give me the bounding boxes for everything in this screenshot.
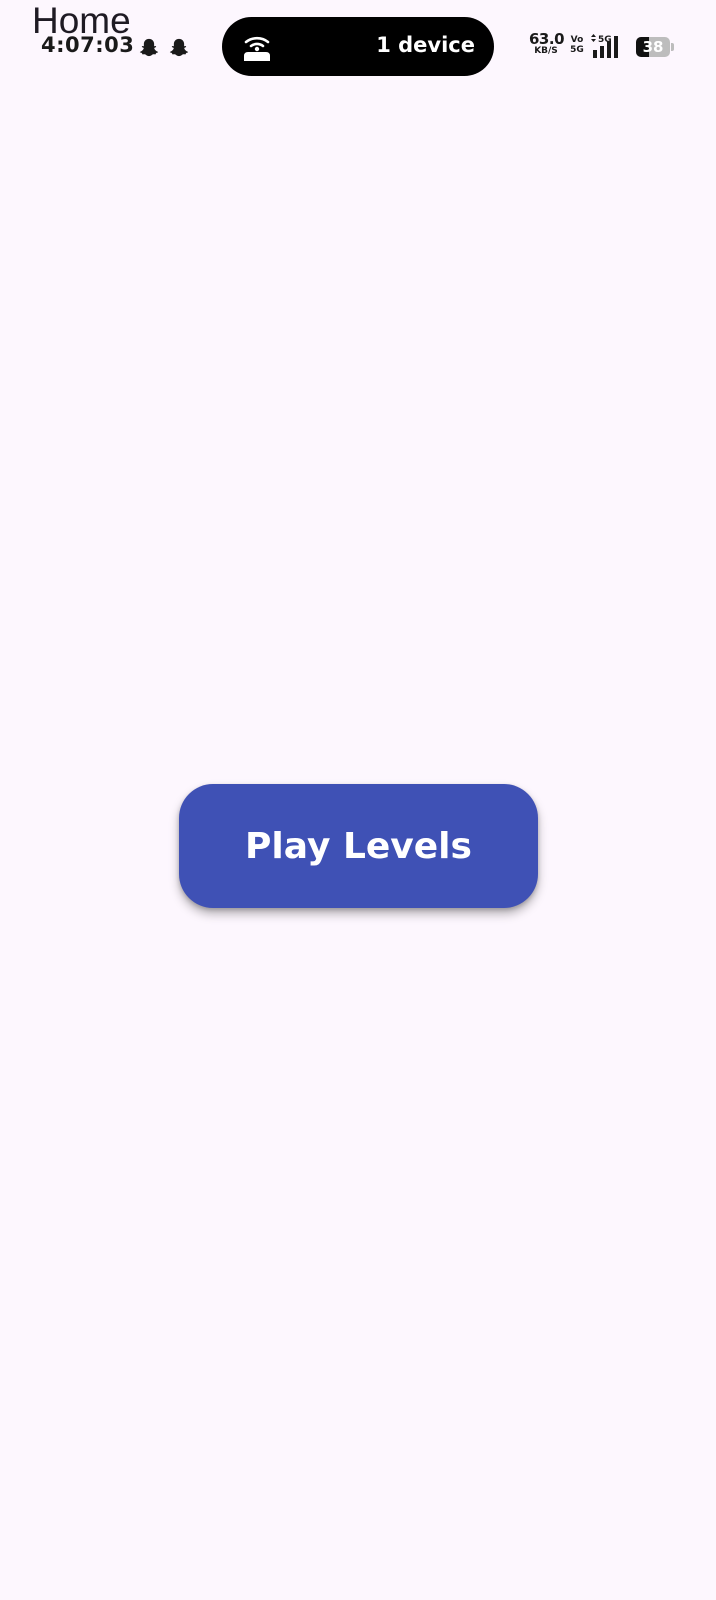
play-levels-button[interactable]: Play Levels (179, 784, 538, 908)
hotspot-indicator[interactable]: 1 device (222, 17, 494, 76)
volte-indicator: Vo 5G (570, 35, 584, 55)
battery-cap (671, 43, 674, 51)
signal-strength-icon: 5G (591, 34, 618, 58)
hotspot-icon (244, 36, 270, 61)
net-speed: 63.0 KB/S (529, 30, 565, 56)
volte-top: Vo (570, 35, 584, 45)
page-title: Home (32, 0, 131, 41)
battery-indicator: 38 (636, 37, 674, 57)
net-speed-value: 63.0 (529, 30, 565, 48)
battery-icon: 38 (636, 37, 670, 57)
snapchat-icon (139, 38, 159, 57)
hotspot-label: 1 device (376, 33, 475, 57)
snapchat-icon (169, 38, 189, 57)
battery-level: 38 (642, 38, 664, 56)
volte-bottom: 5G (570, 45, 584, 55)
net-speed-unit: KB/S (534, 46, 558, 56)
